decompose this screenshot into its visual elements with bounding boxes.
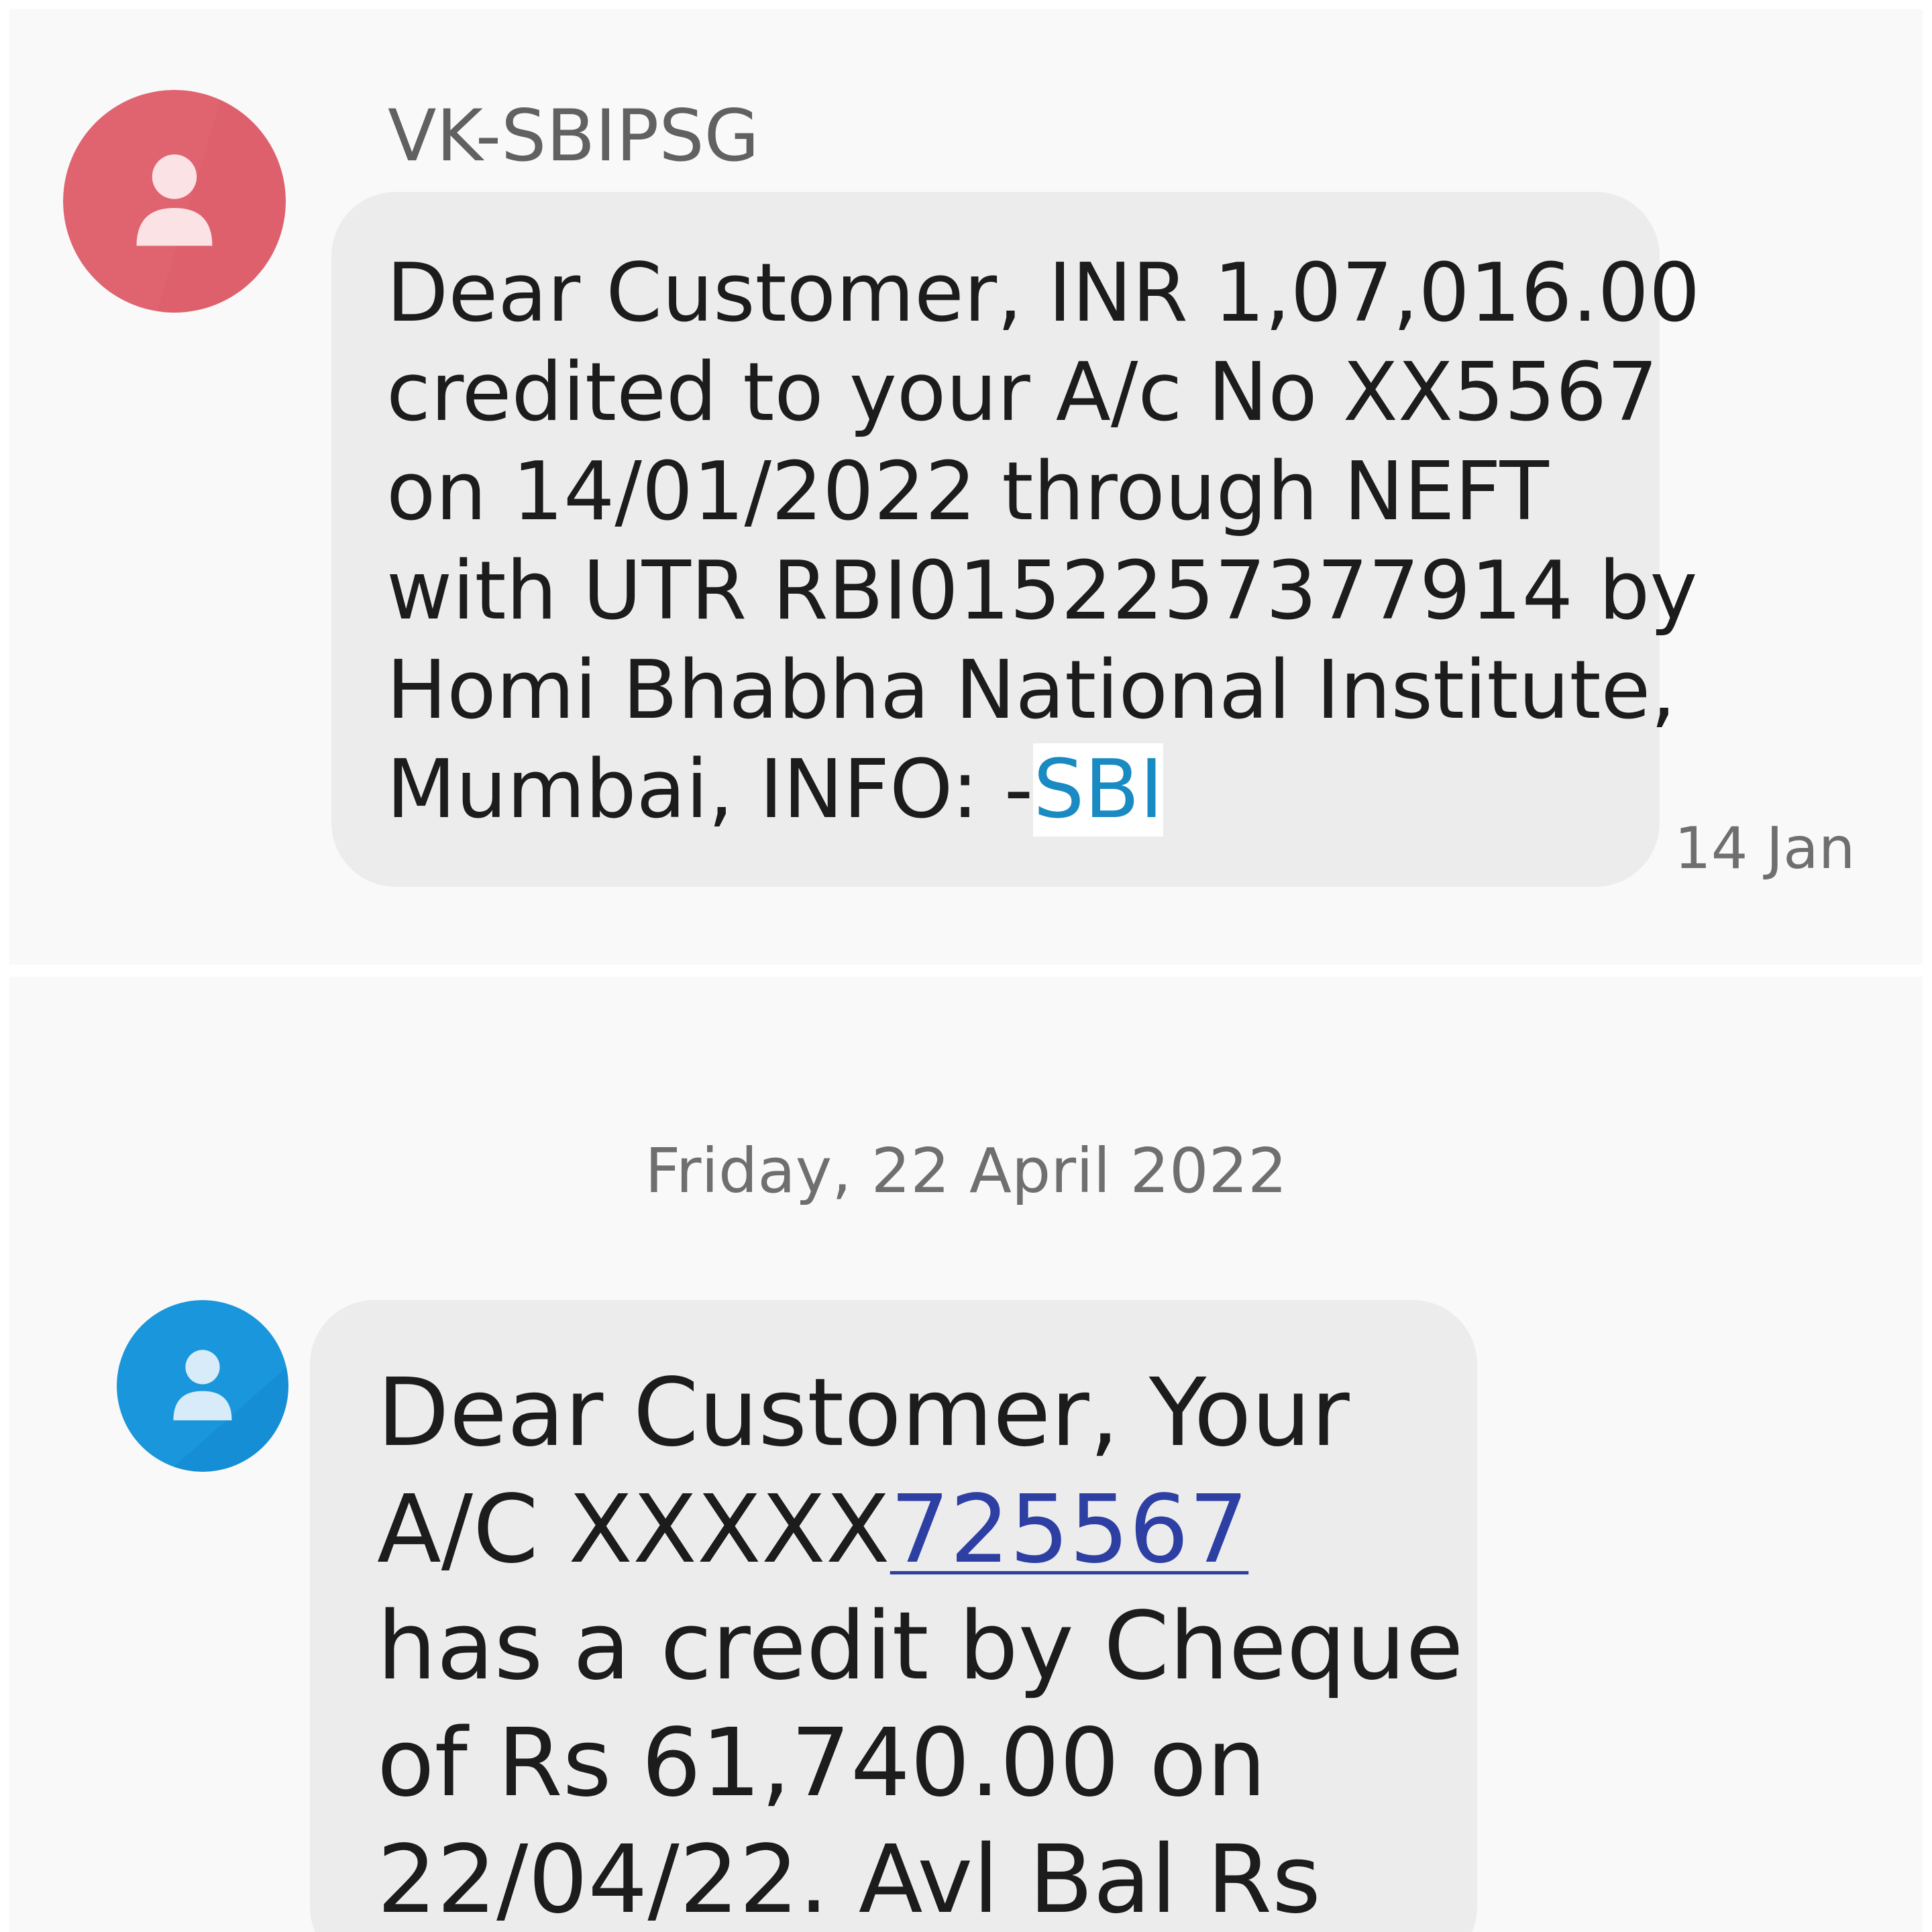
message-text: A/C XXXXX <box>377 1475 890 1585</box>
message-line: Dear Customer, Your <box>377 1358 1350 1468</box>
message-line: with UTR RBI0152257377914 by <box>386 545 1698 638</box>
sender-avatar[interactable] <box>117 1300 288 1472</box>
account-number-link[interactable]: 725567 <box>890 1475 1248 1585</box>
message-line: Homi Bhabha National Institute, <box>386 644 1676 737</box>
message-line: A/C XXXXX725567 <box>377 1472 1464 1589</box>
message-line: Dear Customer, INR 1,07,016.00 <box>386 247 1701 340</box>
message-bubble-1[interactable]: Dear Customer, INR 1,07,016.00 credited … <box>331 192 1701 887</box>
date-separator: Friday, 22 April 2022 <box>645 1135 1287 1207</box>
person-icon <box>63 90 286 313</box>
person-icon <box>117 1300 288 1472</box>
message-line: on 14/01/2022 through NEFT <box>386 445 1549 539</box>
sender-avatar[interactable] <box>63 90 286 313</box>
message-line: credited to your A/c No XX5567 <box>386 346 1658 439</box>
message-thread-screen: VK-SBIPSG Dear Customer, INR 1,07,016.00… <box>0 0 1932 1932</box>
message-timestamp: 14 Jan <box>1674 815 1856 882</box>
message-text: Mumbai, INFO: - <box>386 743 1034 837</box>
message-bubble-2[interactable]: Dear Customer, Your A/C XXXXX725567 has … <box>310 1300 1477 1932</box>
sender-name: VK-SBIPSG <box>388 95 759 177</box>
message-line-last: Mumbai, INFO: -SBI <box>386 741 1633 840</box>
message-line: 22/04/22. Avl Bal Rs <box>377 1825 1322 1932</box>
sbi-link[interactable]: SBI <box>1033 743 1164 837</box>
message-line: has a credit by Cheque <box>377 1592 1464 1701</box>
message-line: of Rs 61,740.00 on <box>377 1709 1267 1818</box>
